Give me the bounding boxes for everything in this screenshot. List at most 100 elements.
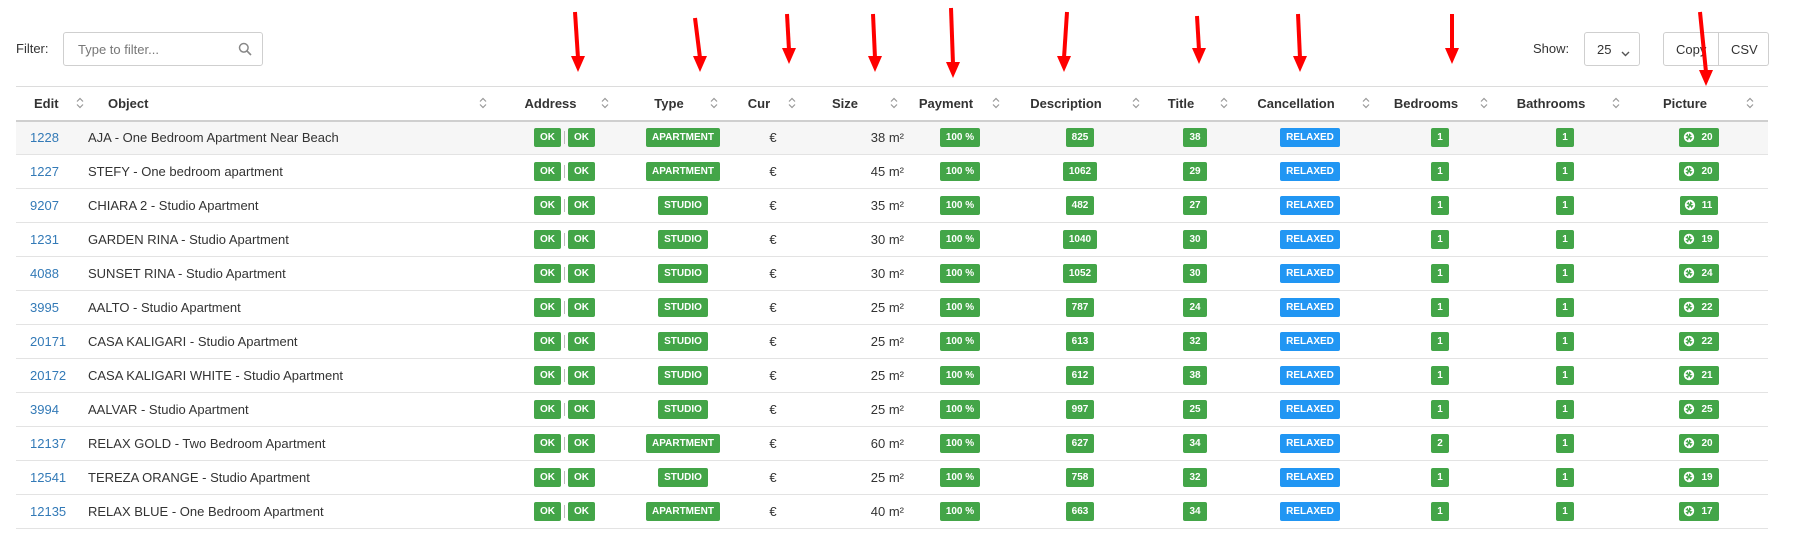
- edit-link[interactable]: 12135: [16, 504, 66, 519]
- size-value: 25 m²: [870, 402, 904, 417]
- csv-button[interactable]: CSV: [1719, 32, 1769, 66]
- edit-link[interactable]: 3995: [16, 300, 59, 315]
- object-name: CASA KALIGARI - Studio Apartment: [88, 334, 298, 349]
- payment-badge: 100 %: [939, 434, 981, 453]
- edit-link[interactable]: 20172: [16, 368, 66, 383]
- sort-icon[interactable]: [710, 97, 718, 112]
- copy-button[interactable]: Copy: [1663, 32, 1719, 66]
- column-header-label: Cancellation: [1257, 96, 1335, 111]
- camera-aperture-icon: [1684, 233, 1695, 245]
- camera-aperture-icon: [1684, 335, 1695, 347]
- column-header-edit[interactable]: Edit: [16, 86, 88, 122]
- camera-aperture-icon: [1684, 165, 1695, 177]
- table-row[interactable]: 20171 CASA KALIGARI - Studio Apartment OK O…: [16, 324, 1768, 359]
- edit-link[interactable]: 20171: [16, 334, 66, 349]
- type-badge: STUDIO: [658, 298, 708, 317]
- sort-icon[interactable]: [788, 97, 796, 112]
- cancellation-badge: RELAXED: [1280, 366, 1340, 385]
- sort-icon[interactable]: [76, 97, 84, 112]
- address-status-badge: OK: [534, 264, 561, 283]
- sort-icon[interactable]: [1220, 97, 1228, 112]
- table-row[interactable]: 3994 AALVAR - Studio Apartment OK OK STUDIO €…: [16, 392, 1768, 427]
- column-header-cancellation[interactable]: Cancellation: [1240, 86, 1380, 122]
- picture-count: 17: [1701, 506, 1713, 517]
- object-name: AJA - One Bedroom Apartment Near Beach: [88, 130, 339, 146]
- column-header-picture[interactable]: Picture: [1630, 86, 1768, 122]
- edit-link[interactable]: 12137: [16, 436, 66, 451]
- edit-link[interactable]: 1228: [16, 130, 59, 145]
- table-row[interactable]: 12137 RELAX GOLD - Two Bedroom Apartment O…: [16, 426, 1768, 461]
- picture-count-badge: 20: [1679, 434, 1719, 453]
- toolbar: Filter: Show: 25 Copy CSV: [0, 0, 1800, 86]
- column-header-cur[interactable]: Cur: [738, 86, 808, 122]
- size-value: 30 m²: [870, 266, 904, 281]
- search-icon[interactable]: [238, 42, 252, 61]
- table-row[interactable]: 1227 STEFY - One bedroom apartment OK OK APA…: [16, 154, 1768, 189]
- edit-link[interactable]: 1227: [16, 164, 59, 179]
- type-badge: APARTMENT: [645, 502, 721, 521]
- column-header-title[interactable]: Title: [1150, 86, 1240, 122]
- object-name: AALTO - Studio Apartment: [88, 300, 241, 315]
- camera-aperture-icon: [1684, 437, 1695, 449]
- column-header-object[interactable]: Object: [88, 86, 501, 122]
- bathrooms-badge: 1: [1556, 332, 1574, 351]
- filter-input[interactable]: [76, 34, 236, 64]
- sort-icon[interactable]: [1746, 97, 1754, 112]
- title-count-badge: 25: [1183, 400, 1207, 419]
- size-value: 38 m²: [870, 130, 904, 146]
- objects-table: Edit Object Address Type Cur Size Payment Descr…: [16, 86, 1768, 529]
- sort-icon[interactable]: [1612, 97, 1620, 112]
- picture-count-badge: 19: [1679, 468, 1719, 487]
- table-row[interactable]: 9207 CHIARA 2 - Studio Apartment OK OK STUDI…: [16, 188, 1768, 223]
- sort-icon[interactable]: [1362, 97, 1370, 112]
- table-row[interactable]: 1228 AJA - One Bedroom Apartment Near Bea…: [16, 120, 1768, 155]
- picture-count: 19: [1701, 472, 1713, 483]
- table-row[interactable]: 1231 GARDEN RINA - Studio Apartment OK OK ST…: [16, 222, 1768, 257]
- sort-icon[interactable]: [1480, 97, 1488, 112]
- bedrooms-badge: 1: [1431, 468, 1449, 487]
- address-status-badge: OK: [534, 434, 561, 453]
- bathrooms-badge: 1: [1556, 502, 1574, 521]
- column-header-address[interactable]: Address: [501, 86, 628, 122]
- edit-link[interactable]: 4088: [16, 266, 59, 281]
- sort-icon[interactable]: [601, 97, 609, 112]
- column-header-type[interactable]: Type: [628, 86, 738, 122]
- divider: [564, 199, 565, 212]
- description-count-badge: 627: [1065, 434, 1095, 453]
- page-size-select[interactable]: 25: [1584, 32, 1640, 66]
- sort-icon[interactable]: [992, 97, 1000, 112]
- filter-box[interactable]: [63, 32, 263, 66]
- table-row[interactable]: 12541 TEREZA ORANGE - Studio Apartment OK O…: [16, 460, 1768, 495]
- table-row[interactable]: 4088 SUNSET RINA - Studio Apartment OK OK ST…: [16, 256, 1768, 291]
- column-header-description[interactable]: Description: [1010, 86, 1150, 122]
- edit-link[interactable]: 9207: [16, 198, 59, 213]
- description-count-badge: 613: [1065, 332, 1095, 351]
- table-row[interactable]: 20172 CASA KALIGARI WHITE - Studio Apartm…: [16, 358, 1768, 393]
- column-header-payment[interactable]: Payment: [910, 86, 1010, 122]
- table-row[interactable]: 12135 RELAX BLUE - One Bedroom Apartment O…: [16, 494, 1768, 529]
- title-count-badge: 30: [1183, 230, 1207, 249]
- type-badge: STUDIO: [658, 400, 708, 419]
- description-count-badge: 612: [1065, 366, 1095, 385]
- picture-count-badge: 20: [1679, 128, 1719, 148]
- column-header-label: Cur: [747, 96, 771, 111]
- column-header-size[interactable]: Size: [808, 86, 910, 122]
- sort-icon[interactable]: [479, 97, 487, 112]
- divider: [564, 335, 565, 348]
- bathrooms-badge: 1: [1556, 298, 1574, 317]
- picture-count-badge: 21: [1679, 366, 1719, 385]
- column-header-label: Picture: [1662, 96, 1708, 111]
- sort-icon[interactable]: [890, 97, 898, 112]
- object-name: AALVAR - Studio Apartment: [88, 402, 249, 417]
- edit-link[interactable]: 3994: [16, 402, 59, 417]
- sort-icon[interactable]: [1132, 97, 1140, 112]
- edit-link[interactable]: 1231: [16, 232, 59, 247]
- table-row[interactable]: 3995 AALTO - Studio Apartment OK OK STUDIO €2…: [16, 290, 1768, 325]
- divider: [564, 471, 565, 484]
- address-status-badge: OK: [568, 298, 595, 317]
- address-status-badge: OK: [534, 366, 561, 385]
- column-header-bathrooms[interactable]: Bathrooms: [1500, 86, 1630, 122]
- description-count-badge: 825: [1065, 128, 1095, 148]
- edit-link[interactable]: 12541: [16, 470, 66, 485]
- column-header-bedrooms[interactable]: Bedrooms: [1380, 86, 1500, 122]
